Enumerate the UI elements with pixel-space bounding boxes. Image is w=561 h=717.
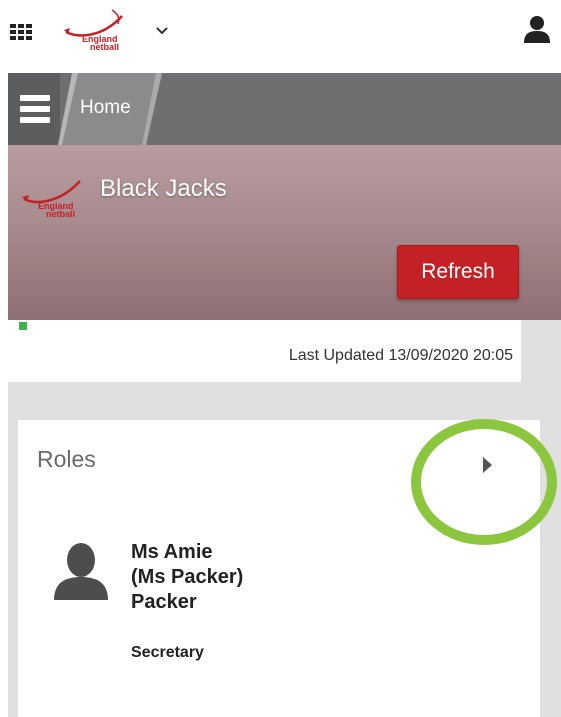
breadcrumb[interactable]: Home bbox=[58, 73, 162, 145]
person-role: Secretary bbox=[131, 644, 204, 661]
england-netball-logo: England netball bbox=[20, 173, 88, 219]
hamburger-menu-icon[interactable] bbox=[8, 73, 60, 145]
refresh-button[interactable]: Refresh bbox=[397, 245, 519, 299]
chevron-down-icon[interactable] bbox=[154, 24, 170, 38]
team-header: England netball Black Jacks Refresh bbox=[8, 145, 561, 320]
england-netball-logo[interactable]: England netball bbox=[62, 8, 128, 52]
background-gutter bbox=[8, 382, 561, 420]
top-bar: England netball bbox=[0, 0, 561, 72]
avatar-icon bbox=[52, 542, 110, 600]
user-icon[interactable] bbox=[522, 14, 552, 44]
apps-grid-icon[interactable] bbox=[10, 24, 32, 40]
svg-text:netball: netball bbox=[90, 42, 119, 52]
update-strip: Last Updated 13/09/2020 20:05 bbox=[8, 320, 521, 382]
svg-text:netball: netball bbox=[46, 209, 75, 219]
team-name: Black Jacks bbox=[100, 175, 227, 202]
last-updated-text: Last Updated 13/09/2020 20:05 bbox=[288, 347, 513, 364]
status-indicator bbox=[19, 322, 27, 330]
breadcrumb-home[interactable]: Home bbox=[80, 97, 131, 119]
person-name[interactable]: Ms Amie (Ms Packer) Packer bbox=[131, 540, 251, 615]
roles-title: Roles bbox=[37, 446, 96, 472]
highlight-circle bbox=[411, 419, 557, 545]
